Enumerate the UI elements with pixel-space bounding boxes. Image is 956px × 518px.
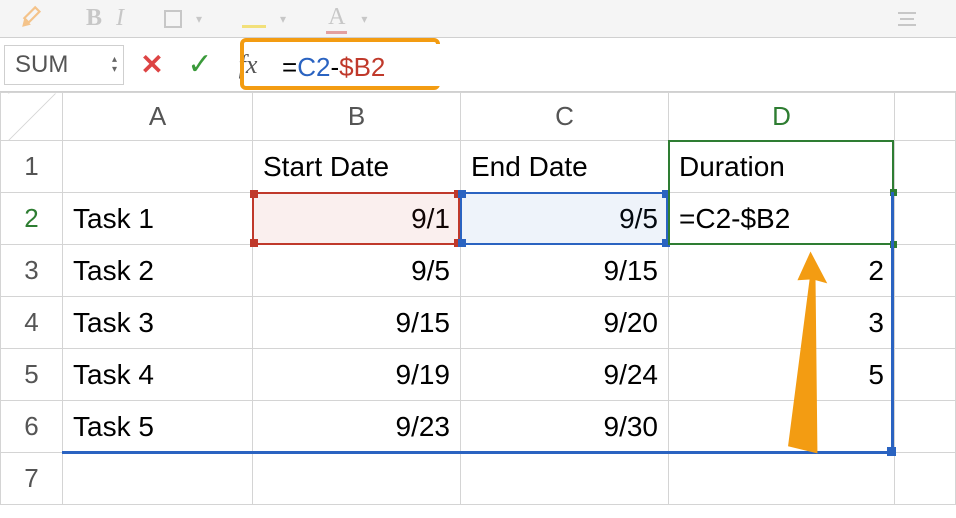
formula-ref-c2: C2 — [297, 52, 330, 82]
cell-E7[interactable] — [895, 453, 956, 505]
cell-B5[interactable]: 9/19 — [253, 349, 461, 401]
worksheet[interactable]: A B C D 1 Start Date End Date Duration 2… — [0, 92, 956, 505]
cell-C5[interactable]: 9/24 — [461, 349, 669, 401]
italic-button[interactable]: I — [116, 5, 124, 32]
cell-E5[interactable] — [895, 349, 956, 401]
cell-A1[interactable] — [63, 141, 253, 193]
cell-E1[interactable] — [895, 141, 956, 193]
cell-B1[interactable]: Start Date — [253, 141, 461, 193]
cell-C2[interactable]: 9/5 — [461, 193, 669, 245]
row-header-6[interactable]: 6 — [1, 401, 63, 453]
cell-A6[interactable]: Task 5 — [63, 401, 253, 453]
cell-D4[interactable]: 3 — [669, 297, 895, 349]
col-header-D[interactable]: D — [669, 93, 895, 141]
cell-C6[interactable]: 9/30 — [461, 401, 669, 453]
cell-C1[interactable]: End Date — [461, 141, 669, 193]
grid[interactable]: A B C D 1 Start Date End Date Duration 2… — [0, 92, 956, 505]
cell-B6[interactable]: 9/23 — [253, 401, 461, 453]
font-color-button[interactable]: A — [326, 4, 347, 34]
cell-B2[interactable]: 9/1 — [253, 193, 461, 245]
cell-B4[interactable]: 9/15 — [253, 297, 461, 349]
cell-A3[interactable]: Task 2 — [63, 245, 253, 297]
fill-color-button[interactable] — [242, 10, 266, 28]
dropdown-icon[interactable]: ▾ — [361, 12, 367, 26]
formula-input[interactable]: =C2-$B2 — [276, 44, 466, 86]
name-box-stepper-icon[interactable]: ▴▾ — [112, 55, 117, 75]
cell-D2[interactable]: =C2-$B2 — [669, 193, 895, 245]
row-header-2[interactable]: 2 — [1, 193, 63, 245]
name-box[interactable]: SUM ▴▾ — [4, 45, 124, 85]
select-all-corner[interactable] — [1, 93, 63, 141]
fx-button[interactable]: fx — [228, 50, 268, 80]
cell-C3[interactable]: 9/15 — [461, 245, 669, 297]
row-header-1[interactable]: 1 — [1, 141, 63, 193]
col-header-A[interactable]: A — [63, 93, 253, 141]
cell-A7[interactable] — [63, 453, 253, 505]
cell-C4[interactable]: 9/20 — [461, 297, 669, 349]
row-header-5[interactable]: 5 — [1, 349, 63, 401]
cell-A4[interactable]: Task 3 — [63, 297, 253, 349]
col-header-C[interactable]: C — [461, 93, 669, 141]
cell-D1[interactable]: Duration — [669, 141, 895, 193]
cell-D7[interactable] — [669, 453, 895, 505]
formula-bar: SUM ▴▾ ✕ ✓ fx =C2-$B2 — [0, 38, 956, 92]
cell-D6[interactable] — [669, 401, 895, 453]
cell-B7[interactable] — [253, 453, 461, 505]
bold-button[interactable]: B — [86, 5, 102, 32]
cell-E4[interactable] — [895, 297, 956, 349]
dropdown-icon[interactable]: ▾ — [196, 12, 202, 26]
dropdown-icon[interactable]: ▾ — [280, 12, 286, 26]
align-group[interactable] — [898, 10, 916, 28]
format-painter-icon[interactable] — [20, 3, 46, 35]
cell-A2[interactable]: Task 1 — [63, 193, 253, 245]
cell-B3[interactable]: 9/5 — [253, 245, 461, 297]
cell-C7[interactable] — [461, 453, 669, 505]
row-header-7[interactable]: 7 — [1, 453, 63, 505]
row-header-4[interactable]: 4 — [1, 297, 63, 349]
formula-ref-b2: $B2 — [339, 52, 385, 82]
borders-button[interactable] — [164, 10, 182, 28]
cell-D3[interactable]: 2 — [669, 245, 895, 297]
cell-E6[interactable] — [895, 401, 956, 453]
cell-D5[interactable]: 5 — [669, 349, 895, 401]
cell-A5[interactable]: Task 4 — [63, 349, 253, 401]
ribbon: B I ▾ ▾ A ▾ — [0, 0, 956, 38]
name-box-value: SUM — [15, 51, 68, 79]
formula-minus: - — [330, 52, 339, 82]
cell-E2[interactable] — [895, 193, 956, 245]
accept-button[interactable]: ✓ — [180, 47, 220, 82]
col-header-next[interactable] — [895, 93, 956, 141]
cell-E3[interactable] — [895, 245, 956, 297]
row-header-3[interactable]: 3 — [1, 245, 63, 297]
cancel-button[interactable]: ✕ — [132, 48, 172, 81]
col-header-B[interactable]: B — [253, 93, 461, 141]
formula-equals: = — [282, 52, 297, 82]
